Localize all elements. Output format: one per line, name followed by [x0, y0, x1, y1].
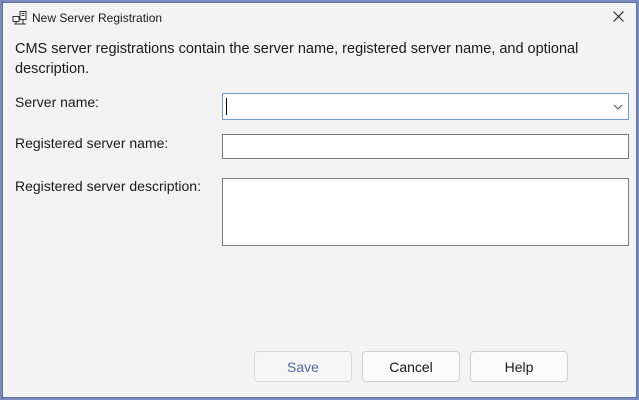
- window-title: New Server Registration: [32, 11, 163, 25]
- save-button[interactable]: Save: [254, 351, 352, 382]
- registered-server-name-label: Registered server name:: [15, 135, 169, 151]
- server-network-icon: [12, 11, 28, 25]
- dialog-description: CMS server registrations contain the ser…: [15, 41, 579, 77]
- text-caret: [226, 98, 227, 115]
- server-name-label: Server name:: [15, 94, 100, 110]
- chevron-down-icon[interactable]: [610, 98, 626, 115]
- title-bar: New Server Registration: [3, 3, 636, 33]
- close-button[interactable]: [603, 5, 633, 31]
- help-button[interactable]: Help: [470, 351, 568, 382]
- registered-server-name-input[interactable]: [222, 134, 629, 159]
- registered-server-description-label: Registered server description:: [15, 178, 201, 194]
- registered-server-description-textarea[interactable]: [222, 178, 629, 246]
- dialog-window: New Server Registration CMS server regis…: [2, 2, 637, 398]
- cancel-button[interactable]: Cancel: [362, 351, 460, 382]
- close-icon: [612, 9, 624, 27]
- server-name-combobox[interactable]: [222, 93, 629, 120]
